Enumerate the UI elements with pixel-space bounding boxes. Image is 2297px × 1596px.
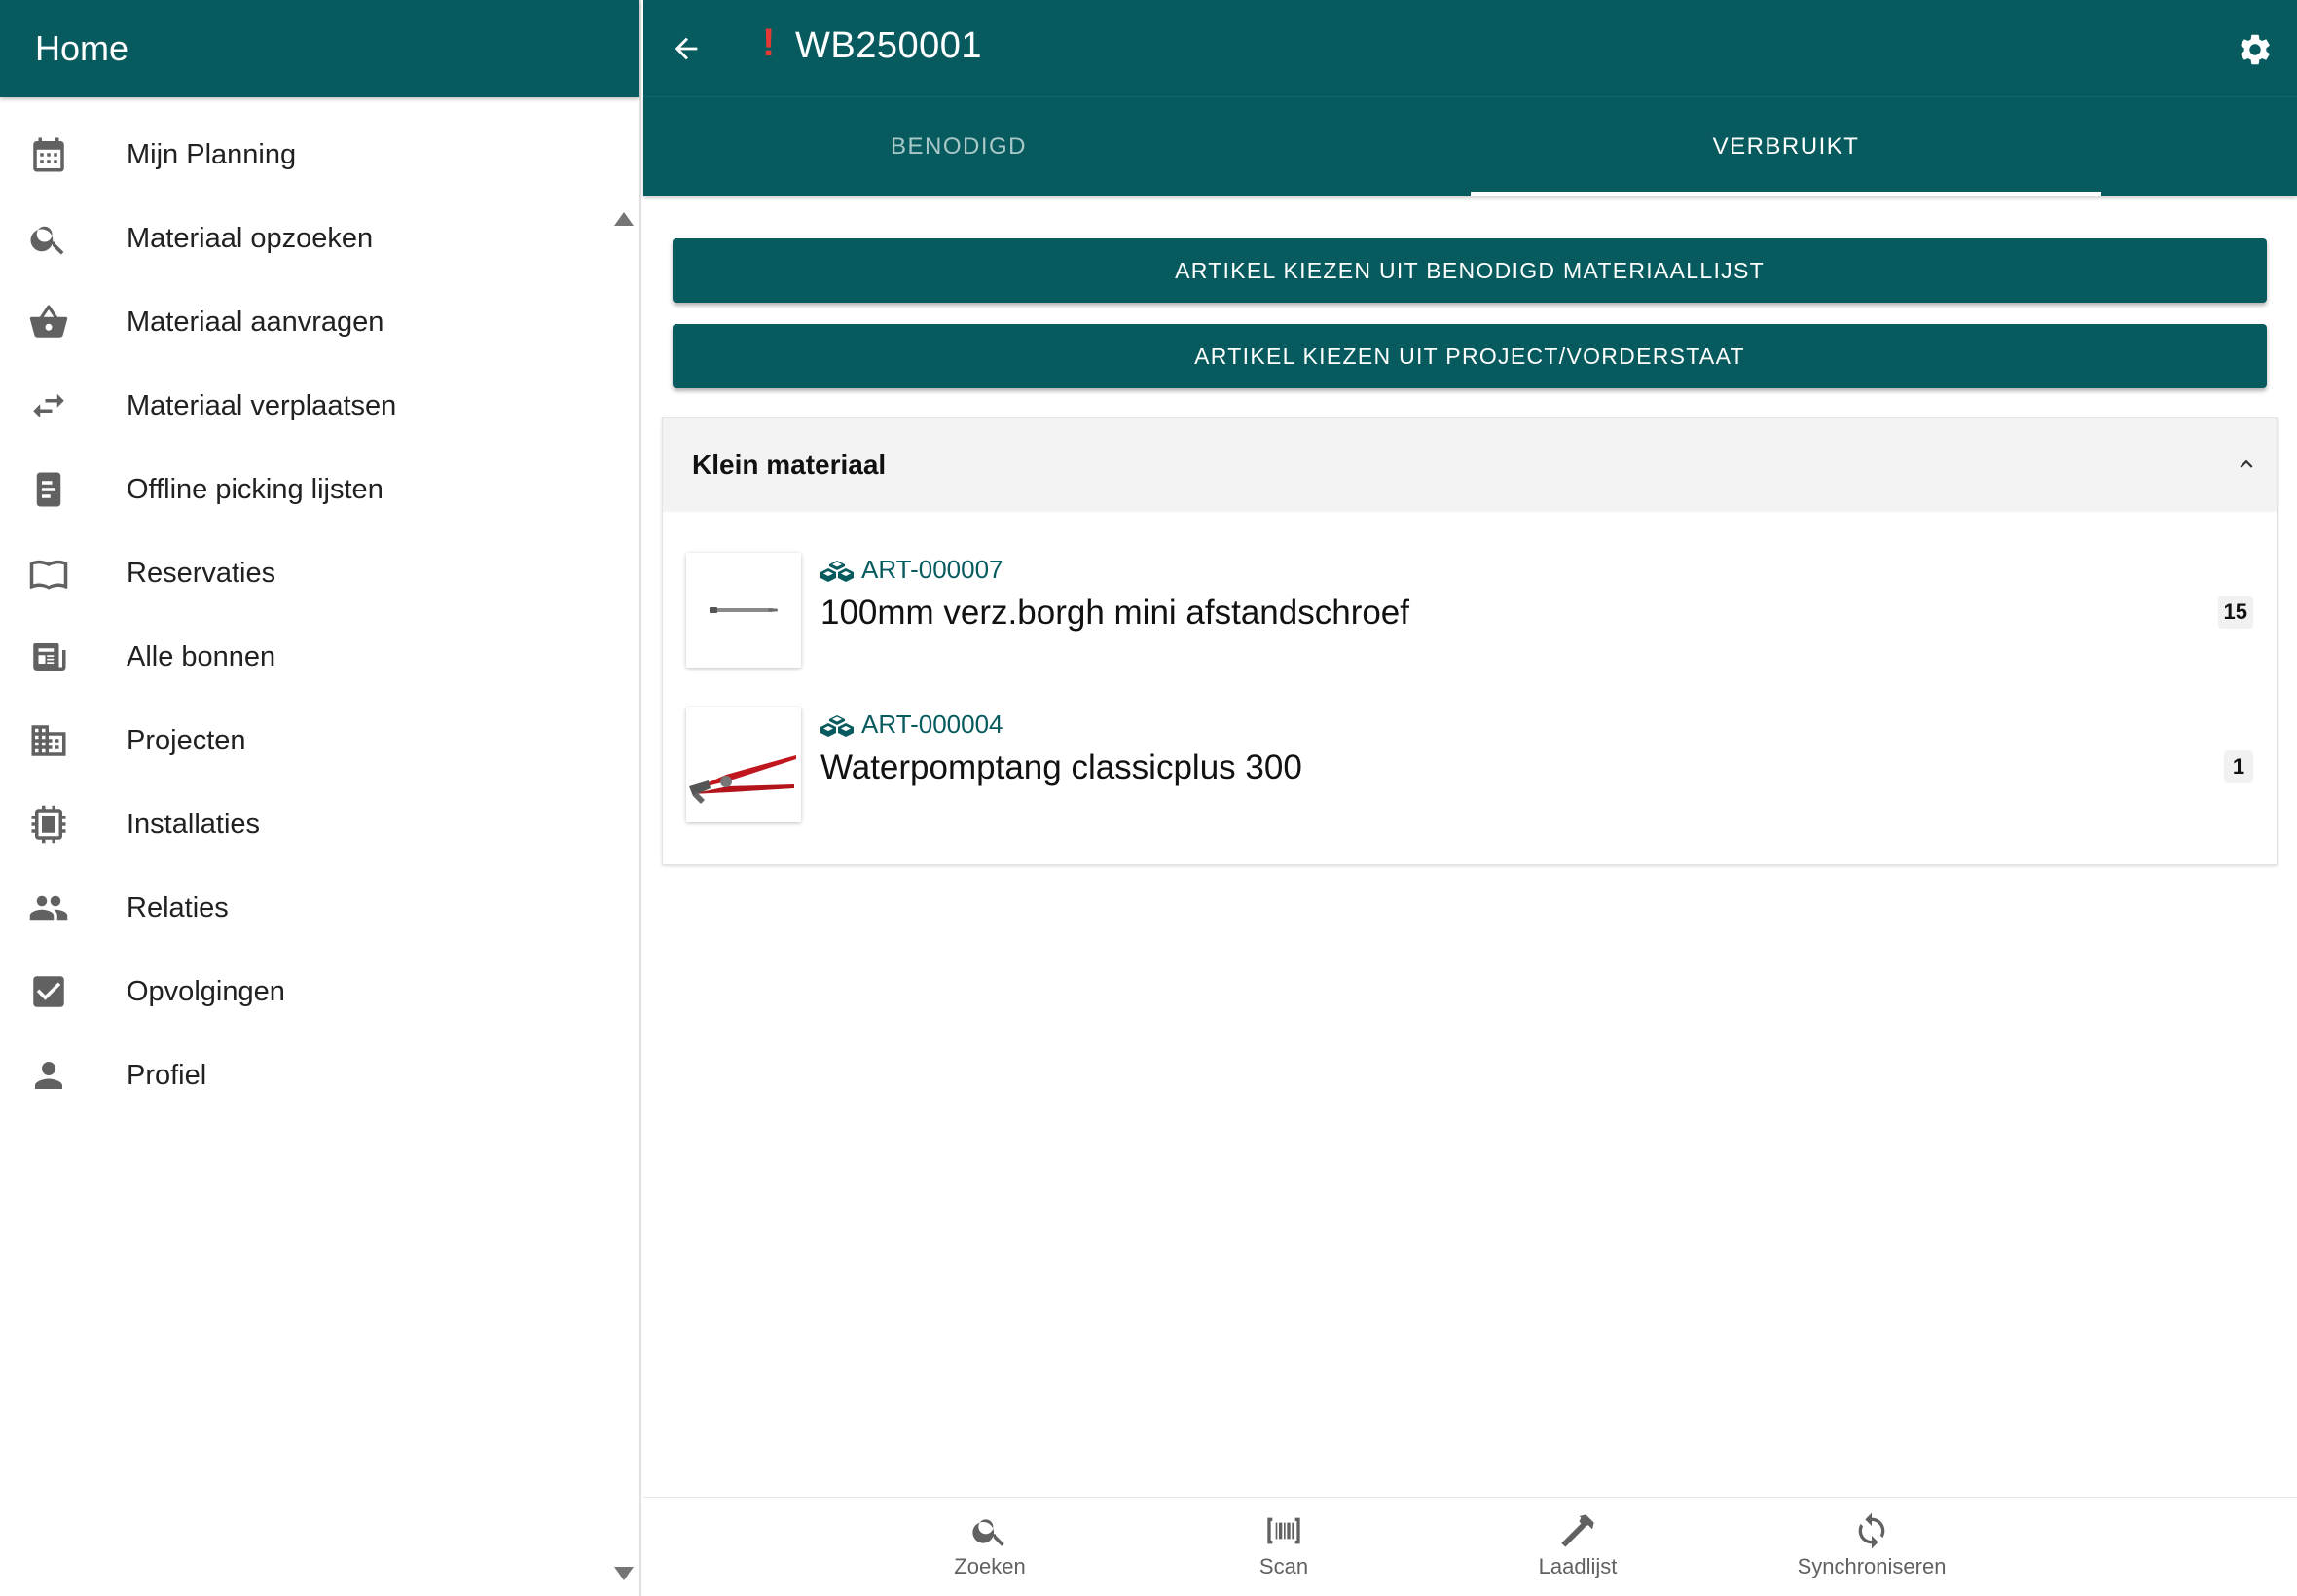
section-title: Klein materiaal <box>692 450 887 480</box>
sidebar-item-label: Materiaal verplaatsen <box>127 389 397 421</box>
search-icon <box>27 217 70 260</box>
app-bar: ! WB250001 <box>643 0 2297 97</box>
sidebar-item-projecten[interactable]: Projecten <box>0 699 612 782</box>
item-name: 100mm verz.borgh mini afstandschroef <box>820 594 1409 632</box>
pliers-image-icon <box>689 755 796 804</box>
pick-from-project-button[interactable]: ARTIKEL KIEZEN UIT PROJECT/VORDERSTAAT <box>673 324 2267 388</box>
sidebar-item-materiaal-opzoeken[interactable]: Materiaal opzoeken <box>0 197 612 280</box>
tab-bar: BENODIGD VERBRUIKT <box>643 97 2297 196</box>
bottom-nav-synchroniseren[interactable]: Synchroniseren <box>1774 1511 1969 1589</box>
sidebar-item-label: Projecten <box>127 724 246 756</box>
bottom-nav-laadlijst[interactable]: Laadlijst <box>1480 1511 1675 1589</box>
sidebar-item-relaties[interactable]: Relaties <box>0 866 612 950</box>
tab-verbruikt[interactable]: VERBRUIKT <box>1471 97 2101 196</box>
sidebar-item-label: Relaties <box>127 891 229 924</box>
sidebar-item-opvolgingen[interactable]: Opvolgingen <box>0 950 612 1034</box>
sync-icon <box>1858 1512 1885 1549</box>
person-icon <box>27 1054 70 1097</box>
settings-button[interactable] <box>2237 31 2274 68</box>
sidebar-item-label: Materiaal aanvragen <box>127 306 384 338</box>
alert-indicator: ! <box>762 21 776 64</box>
bottom-navigation: Zoeken Scan Laadlijst Synchroniseren <box>643 1497 2297 1596</box>
quantity-badge: 15 <box>2217 596 2253 629</box>
document-icon <box>27 468 70 511</box>
sidebar-item-label: Reservaties <box>127 557 276 589</box>
calendar-icon <box>27 133 70 176</box>
active-tab-indicator <box>1471 192 2101 196</box>
main-content: ! WB250001 BENODIGD VERBRUIKT ARTIKEL KI… <box>643 0 2297 1596</box>
item-thumbnail <box>686 553 801 668</box>
bottom-nav-label: Zoeken <box>954 1554 1026 1578</box>
newspaper-icon <box>27 635 70 678</box>
sidebar-item-mijn-planning[interactable]: Mijn Planning <box>0 113 612 197</box>
sidebar-item-label: Offline picking lijsten <box>127 473 383 505</box>
scroll-down-arrow-icon[interactable] <box>614 1567 634 1580</box>
sidebar-item-label: Mijn Planning <box>127 138 297 170</box>
scroll-up-arrow-icon[interactable] <box>614 212 634 226</box>
list-item[interactable]: ART-000004 Waterpomptang classicplus 300… <box>686 707 2253 822</box>
bottom-nav-zoeken[interactable]: Zoeken <box>893 1511 1087 1589</box>
material-section-panel: Klein materiaal ART-000007 100mm verz.bo… <box>662 417 2278 865</box>
cubes-icon <box>820 707 854 742</box>
tab-benodigd[interactable]: BENODIGD <box>643 97 1274 196</box>
sidebar-item-offline-picking[interactable]: Offline picking lijsten <box>0 448 612 531</box>
bottom-nav-scan[interactable]: Scan <box>1186 1511 1381 1589</box>
chip-icon <box>27 803 70 846</box>
book-open-icon <box>27 552 70 595</box>
item-code: ART-000007 <box>861 555 1003 584</box>
navigation-drawer: Home Mijn Planning Materiaal opzoeken Ma… <box>0 0 641 1596</box>
sidebar-item-alle-bonnen[interactable]: Alle bonnen <box>0 615 612 699</box>
item-code-row: ART-000007 <box>820 553 1003 587</box>
list-item[interactable]: ART-000007 100mm verz.borgh mini afstand… <box>686 553 2253 668</box>
quantity-badge: 1 <box>2224 750 2253 783</box>
bottom-nav-label: Synchroniseren <box>1797 1554 1947 1578</box>
screw-image-icon <box>710 607 778 613</box>
sidebar-item-reservaties[interactable]: Reservaties <box>0 531 612 615</box>
sidebar-item-materiaal-aanvragen[interactable]: Materiaal aanvragen <box>0 280 612 364</box>
item-thumbnail <box>686 707 801 822</box>
cubes-icon <box>820 553 854 587</box>
section-header[interactable]: Klein materiaal <box>663 418 2277 512</box>
page-title: WB250001 <box>795 25 983 66</box>
drawer-title: Home <box>35 28 129 68</box>
chevron-up-icon[interactable] <box>2234 452 2259 477</box>
basket-icon <box>27 301 70 344</box>
checkbox-icon <box>27 970 70 1013</box>
sidebar-item-materiaal-verplaatsen[interactable]: Materiaal verplaatsen <box>0 364 612 448</box>
sidebar-item-profiel[interactable]: Profiel <box>0 1034 612 1117</box>
item-code-row: ART-000004 <box>820 707 1003 742</box>
bottom-nav-label: Scan <box>1258 1554 1309 1578</box>
sidebar-item-label: Alle bonnen <box>127 640 276 672</box>
swap-arrows-icon <box>27 384 70 427</box>
sidebar-item-label: Materiaal opzoeken <box>127 222 374 254</box>
barcode-scan-icon <box>1267 1517 1300 1544</box>
hammer-icon <box>1561 1514 1594 1547</box>
sidebar-item-label: Profiel <box>127 1059 207 1091</box>
arrow-back-icon <box>675 37 698 60</box>
people-icon <box>27 887 70 929</box>
drawer-header: Home <box>0 0 639 97</box>
gear-icon <box>2241 34 2270 65</box>
pick-from-required-list-button[interactable]: ARTIKEL KIEZEN UIT BENODIGD MATERIAALLIJ… <box>673 238 2267 303</box>
drawer-nav-list: Mijn Planning Materiaal opzoeken Materia… <box>0 97 639 1596</box>
building-icon <box>27 719 70 762</box>
sidebar-item-label: Installaties <box>127 808 261 840</box>
sidebar-item-installaties[interactable]: Installaties <box>0 782 612 866</box>
bottom-nav-label: Laadlijst <box>1538 1554 1618 1578</box>
back-button[interactable] <box>667 29 706 68</box>
sidebar-item-label: Opvolgingen <box>127 975 285 1007</box>
item-code: ART-000004 <box>861 709 1003 739</box>
item-name: Waterpomptang classicplus 300 <box>820 748 1302 786</box>
search-icon <box>972 1519 1004 1546</box>
